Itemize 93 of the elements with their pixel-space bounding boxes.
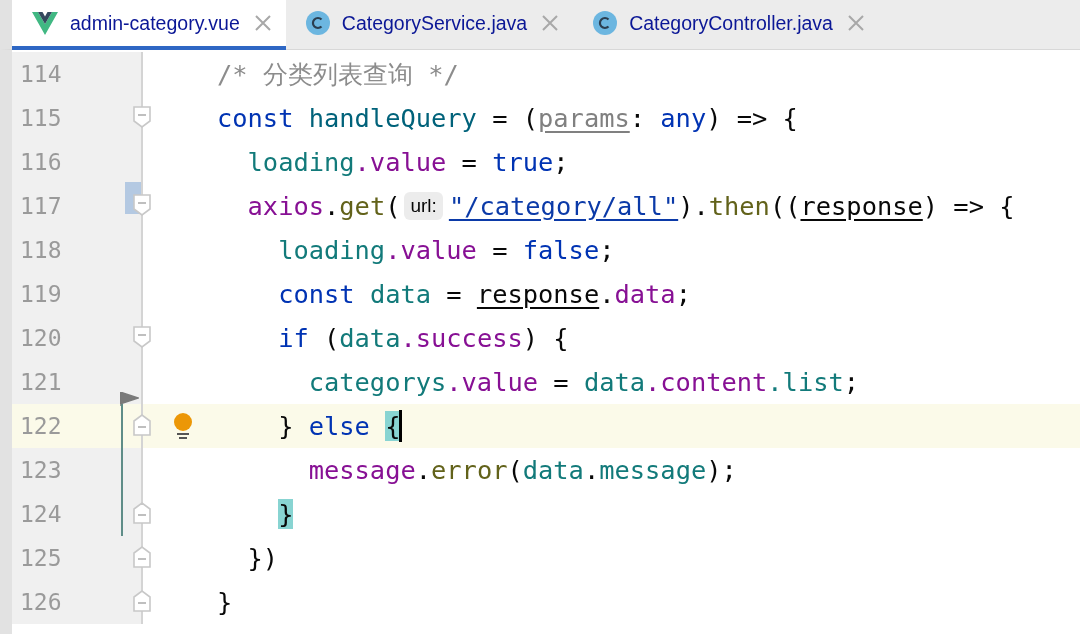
code-token: ) { — [522, 322, 569, 355]
line-number: 121 — [20, 369, 62, 395]
code-token: ; — [599, 234, 615, 267]
code-token: ; — [553, 146, 569, 179]
code-token: response — [476, 278, 600, 311]
close-icon — [541, 14, 560, 32]
line-number: 120 — [20, 325, 62, 351]
code-token: = — [460, 146, 478, 179]
code-token: const — [277, 278, 356, 311]
code-token: message — [599, 454, 707, 487]
class-icon — [593, 11, 618, 35]
line-number: 114 — [20, 61, 62, 87]
code-token: ); — [706, 454, 737, 487]
code-token: .content — [645, 366, 768, 399]
code-token: = ( — [491, 102, 539, 135]
code-token: true — [492, 146, 554, 179]
code-token: categorys — [307, 366, 447, 399]
lightbulb-icon[interactable] — [173, 412, 193, 440]
code-token: }) — [246, 542, 279, 575]
code-token: } — [217, 586, 233, 619]
flag-icon — [120, 392, 139, 408]
code-token: = — [552, 366, 570, 399]
code-token: . — [324, 190, 340, 223]
code-token: .value — [385, 234, 477, 267]
code-token: data — [522, 454, 584, 487]
code-token: loading — [246, 146, 355, 179]
fold-marker-icon[interactable] — [133, 590, 151, 612]
vue-logo-icon — [32, 10, 58, 36]
code-token: ) => { — [706, 102, 798, 135]
code-token: data — [339, 322, 401, 355]
text-caret — [399, 410, 403, 442]
code-token: error — [431, 454, 508, 487]
code-token: . — [583, 454, 600, 487]
line-number: 116 — [20, 149, 62, 175]
code-token: : — [629, 102, 647, 135]
code-token: any — [660, 102, 707, 135]
fold-marker-icon[interactable] — [133, 194, 151, 216]
code-token: ( — [323, 322, 340, 355]
fold-marker-icon[interactable] — [133, 414, 151, 436]
code-token: ( — [385, 190, 401, 223]
code-comment: /* 分类列表查询 */ — [217, 58, 459, 91]
code-token: (( — [769, 190, 801, 223]
code-token: } — [277, 498, 294, 531]
editor-tab[interactable]: CategoryService.java — [285, 0, 574, 50]
code-token: else — [308, 410, 370, 443]
line-number: 126 — [20, 589, 62, 615]
code-token: message — [307, 454, 416, 487]
code-token: data — [369, 278, 432, 311]
code-token: false — [522, 234, 600, 267]
line-number: 124 — [20, 501, 62, 527]
code-token: .value — [446, 366, 538, 399]
code-token: = — [491, 234, 509, 267]
class-icon — [305, 11, 330, 35]
code-token: ) => { — [922, 190, 1015, 223]
code-token: params — [538, 102, 630, 135]
fold-marker-icon[interactable] — [133, 502, 151, 524]
code-token: ; — [675, 278, 691, 311]
code-token: axios — [246, 190, 324, 223]
line-number: 122 — [20, 413, 62, 439]
code-token: . — [415, 454, 432, 487]
parameter-hint: url: — [404, 192, 443, 220]
code-token: get — [339, 190, 386, 223]
code-token: data — [614, 278, 676, 311]
editor-tab[interactable]: admin-category.vue — [12, 0, 286, 50]
code-token: data — [583, 366, 646, 399]
fold-marker-icon[interactable] — [133, 546, 151, 568]
code-token: .success — [400, 322, 523, 355]
line-number: 125 — [20, 545, 62, 571]
code-token: then — [708, 190, 770, 223]
code-token: . — [599, 278, 615, 311]
line-number: 115 — [20, 105, 62, 131]
code-token: if — [277, 322, 309, 355]
code-token: .list — [767, 366, 844, 399]
fold-marker-icon[interactable] — [133, 106, 151, 128]
code-token: ( — [507, 454, 523, 487]
code-token: .value — [354, 146, 447, 179]
code-token: loading — [277, 234, 386, 267]
code-token: const — [217, 102, 295, 135]
line-number: 123 — [20, 457, 62, 483]
line-number: 119 — [20, 281, 62, 307]
editor-tab[interactable]: CategoryController.java — [573, 0, 879, 50]
code-token: ). — [678, 190, 709, 223]
close-icon — [846, 14, 865, 32]
code-token: "/category/all" — [448, 190, 679, 223]
line-number: 118 — [20, 237, 62, 263]
code-token: ; — [843, 366, 860, 399]
code-token: response — [800, 190, 923, 223]
fold-marker-icon[interactable] — [133, 326, 151, 348]
code-token: = — [445, 278, 463, 311]
line-number: 117 — [20, 193, 62, 219]
code-token: handleQuery — [308, 102, 477, 135]
code-token: } — [277, 410, 295, 443]
close-icon — [253, 14, 272, 32]
